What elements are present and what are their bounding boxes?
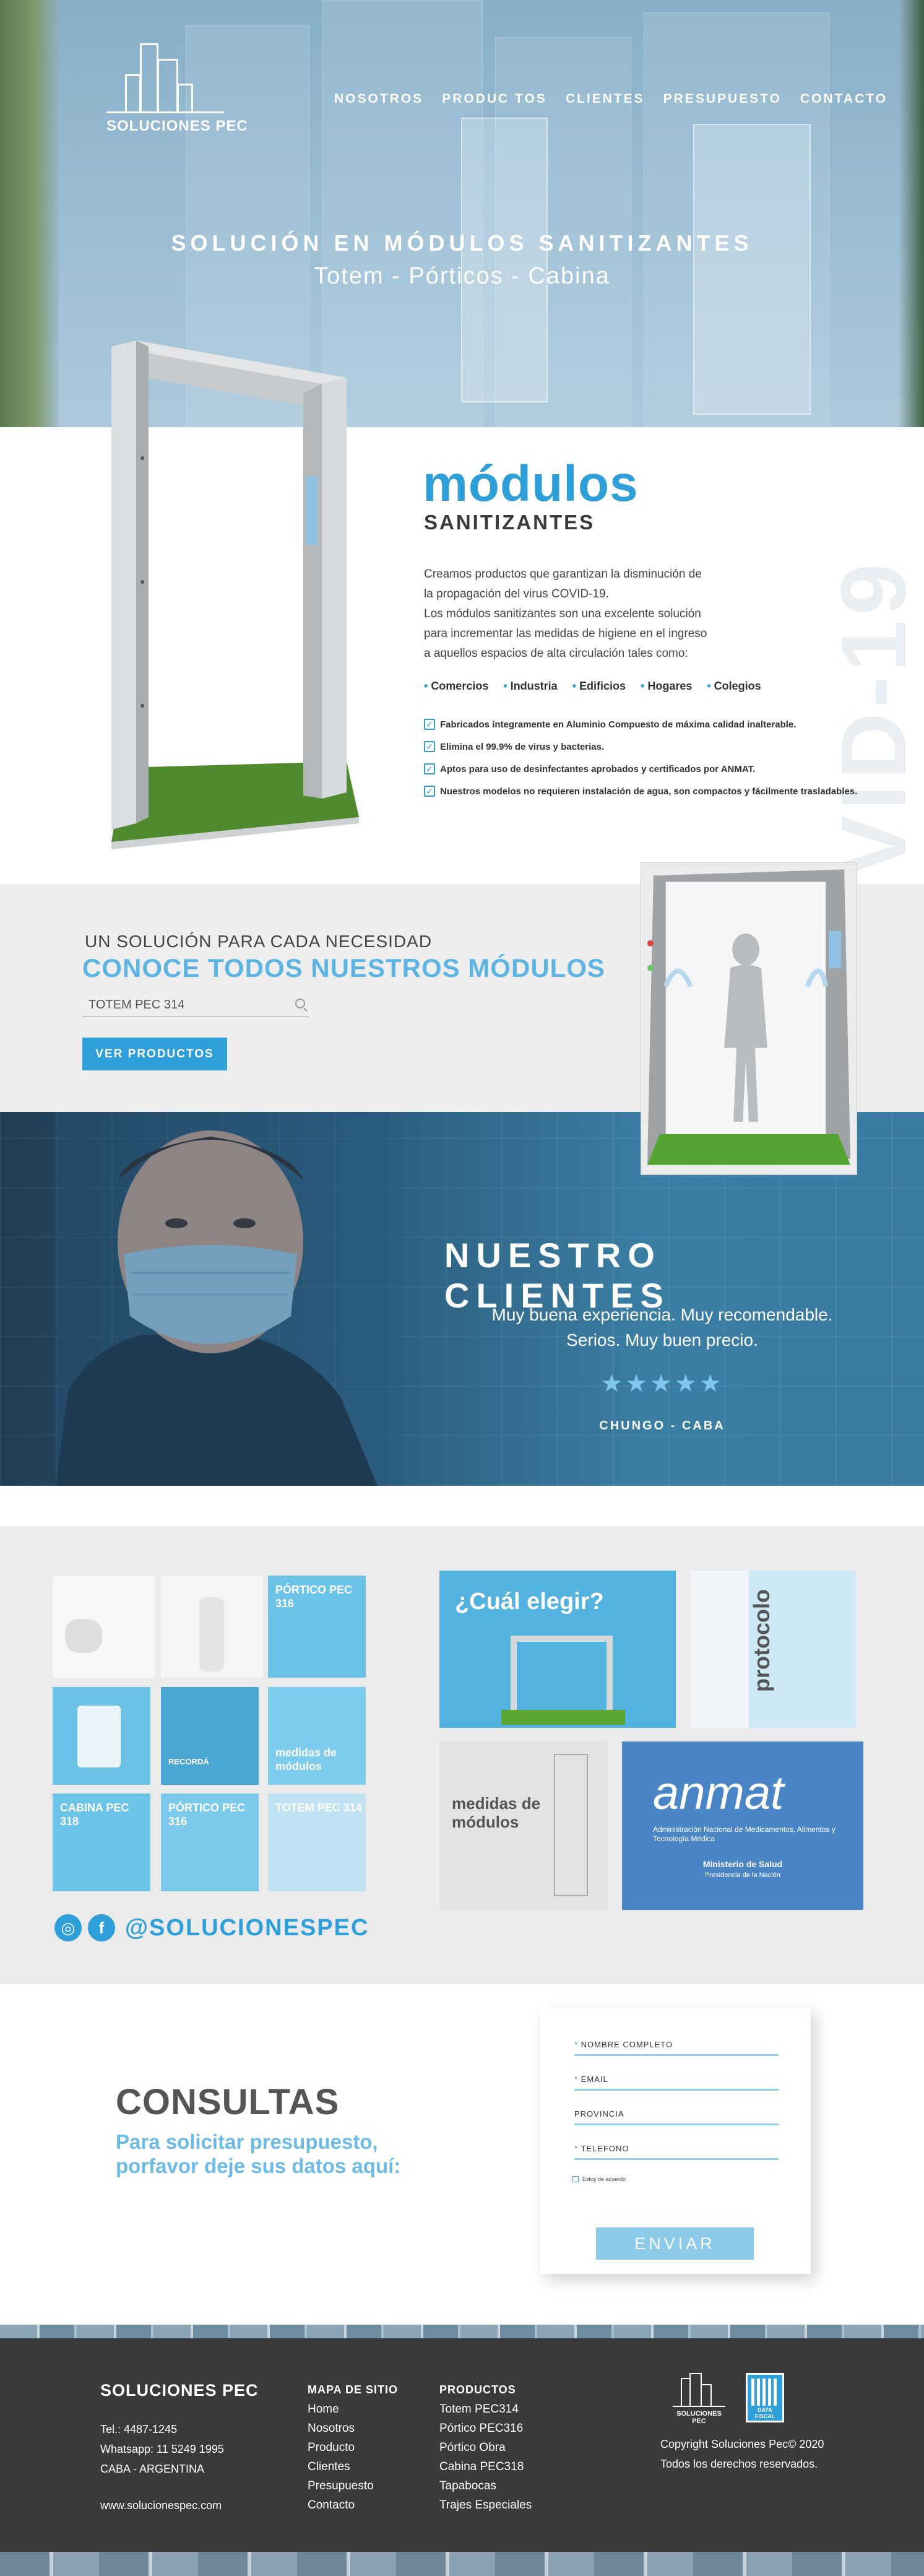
consultas-subtitle: Para solicitar presupuesto, porfavor dej…: [116, 2130, 401, 2177]
buildings-icon: [125, 43, 199, 111]
insta-tile[interactable]: RECORDÁ: [161, 1687, 259, 1785]
footer-link-contacto[interactable]: Contacto: [308, 2496, 398, 2515]
nav-clientes[interactable]: CLIENTES: [566, 92, 645, 106]
footer-product-link[interactable]: Tapabocas: [439, 2476, 532, 2496]
logo[interactable]: SOLUCIONES PEC: [106, 43, 248, 142]
product-search: [82, 994, 309, 1017]
search-input[interactable]: [82, 994, 280, 1016]
footer-logo[interactable]: SOLUCIONES PEC: [670, 2373, 728, 2426]
page: SOLUCIONES PEC NOSOTROS PRODUC TOS CLIEN…: [0, 0, 924, 2576]
insta-tile[interactable]: CABINA PEC 318: [53, 1793, 150, 1891]
category-item: Colegios: [707, 680, 761, 693]
consultas-title: CONSULTAS: [116, 2082, 340, 2122]
footer-link-clientes[interactable]: Clientes: [308, 2457, 398, 2476]
logo-text: SOLUCIONES PEC: [106, 118, 248, 134]
insta-tile[interactable]: PÓRTICO PEC 316: [268, 1576, 366, 1678]
insta-tile[interactable]: [53, 1687, 150, 1785]
cabina-product-image: [641, 862, 857, 1175]
agree-checkbox[interactable]: Estoy de acuerdo: [572, 2176, 626, 2182]
footer-link-presupuesto[interactable]: Presupuesto: [308, 2476, 398, 2496]
insta-featured-cual-elegir[interactable]: ¿Cuál elegir?: [439, 1571, 676, 1728]
footer-copyright: Copyright Soluciones Pec© 2020 Todos los…: [660, 2438, 824, 2470]
nav-productos[interactable]: PRODUC TOS: [442, 92, 547, 106]
footer-contact: Tel.: 4487-1245 Whatsapp: 11 5249 1995 C…: [100, 2423, 224, 2475]
facebook-icon[interactable]: f: [88, 1914, 115, 1941]
check-icon: ✓: [424, 786, 435, 797]
feature-item: ✓ Aptos para uso de desinfectantes aproba…: [424, 758, 870, 780]
category-item: Edificios: [572, 680, 626, 693]
main-nav: NOSOTROS PRODUC TOS CLIENTES PRESUPUESTO…: [334, 92, 887, 106]
footer-link-producto[interactable]: Producto: [308, 2438, 398, 2457]
footer-link-nosotros[interactable]: Nosotros: [308, 2419, 398, 2438]
footer-products: PRODUCTOS Totem PEC314 Pórtico PEC316 Pó…: [439, 2380, 532, 2515]
category-list: Comercios Industria Edificios Hogares Co…: [424, 680, 761, 693]
footer-brand: SOLUCIONES PEC: [100, 2381, 259, 2400]
provincia-field[interactable]: PROVINCIA: [574, 2109, 779, 2125]
portico-product-image: [111, 340, 359, 849]
instagram-icon[interactable]: ◎: [54, 1914, 82, 1941]
footer-sitemap: MAPA DE SITIO Home Nosotros Producto Cli…: [308, 2380, 398, 2515]
insta-featured-anmat[interactable]: anmat Administración Nacional de Medicam…: [622, 1741, 863, 1910]
footer-image-strip: [0, 2325, 924, 2338]
ver-productos-button[interactable]: VER PRODUCTOS: [82, 1038, 227, 1070]
data-fiscal-qr[interactable]: DATA FISCAL: [746, 2373, 784, 2422]
nombre-field[interactable]: * NOMBRE COMPLETO: [574, 2040, 779, 2056]
check-icon: ✓: [424, 763, 435, 774]
insta-tile[interactable]: medidas de módulos: [268, 1687, 366, 1785]
footer-product-link[interactable]: Totem PEC314: [439, 2400, 532, 2419]
insta-featured-medidas[interactable]: medidas de módulos: [439, 1741, 608, 1910]
category-item: Comercios: [424, 680, 488, 693]
nav-contacto[interactable]: CONTACTO: [800, 92, 887, 106]
masked-person-image: [56, 1112, 402, 1486]
footer-bottom-strip: [0, 2552, 924, 2576]
email-field[interactable]: * EMAIL: [574, 2075, 779, 2091]
insta-tile[interactable]: [161, 1576, 263, 1678]
footer-product-link[interactable]: Pórtico PEC316: [439, 2419, 532, 2438]
modulos-description: Creamos productos que garantizan la dism…: [424, 568, 707, 660]
social-links: ◎ f @SOLUCIONESPEC: [54, 1914, 369, 1941]
conoce-title: CONOCE TODOS NUESTROS MÓDULOS: [82, 953, 605, 982]
hero-trees-left: [0, 0, 59, 427]
instagram-handle[interactable]: @SOLUCIONESPEC: [125, 1915, 369, 1941]
testimonial-author: CHUNGO - CABA: [599, 1419, 725, 1433]
insta-tile[interactable]: PÓRTICO PEC 316: [161, 1793, 259, 1891]
telefono-field[interactable]: * TELEFONO: [574, 2144, 779, 2160]
insta-tile[interactable]: TOTEM PEC 314: [268, 1793, 366, 1891]
modulos-subtitle: SANITIZANTES: [424, 511, 595, 534]
footer-product-link[interactable]: Cabina PEC318: [439, 2457, 532, 2476]
footer-product-link[interactable]: Pórtico Obra: [439, 2438, 532, 2457]
nav-presupuesto[interactable]: PRESUPUESTO: [663, 92, 782, 106]
category-item: Industria: [503, 680, 558, 693]
check-icon: ✓: [424, 741, 435, 752]
testimonial-quote: Muy buena experiencia. Muy recomendable.…: [491, 1305, 833, 1350]
check-icon: ✓: [424, 719, 435, 730]
nav-nosotros[interactable]: NOSOTROS: [334, 92, 423, 106]
feature-item: ✓ Elimina el 99.9% de virus y bacterias.: [424, 735, 870, 758]
insta-featured-protocolo[interactable]: protocolo: [690, 1571, 856, 1728]
insta-tile[interactable]: [53, 1576, 155, 1678]
category-item: Hogares: [641, 680, 692, 693]
hero-portico-bg: [461, 118, 548, 402]
modulos-title: módulos: [423, 456, 639, 512]
footer-product-link[interactable]: Trajes Especiales: [439, 2496, 532, 2515]
footer-website[interactable]: www.solucionespec.com: [100, 2499, 222, 2512]
enviar-button[interactable]: ENVIAR: [596, 2227, 754, 2260]
conoce-pretitle: UN SOLUCIÓN PARA CADA NECESIDAD: [85, 932, 433, 951]
star-rating: ★★★★★: [600, 1370, 724, 1397]
search-icon[interactable]: [295, 999, 305, 1008]
hero-subtitle: Totem - Pórticos - Cabina: [314, 263, 610, 289]
contact-form: * NOMBRE COMPLETO * EMAIL PROVINCIA * TE…: [540, 2008, 811, 2274]
feature-list: ✓ Fabricados íntegramente en Aluminio Com…: [424, 713, 870, 802]
hero-title: SOLUCIÓN EN MÓDULOS SANITIZANTES: [171, 230, 753, 256]
hero-trees-right: [899, 0, 924, 427]
feature-item: ✓ Fabricados íntegramente en Aluminio Com…: [424, 713, 870, 735]
feature-item: ✓ Nuestros modelos no requieren instalaci…: [424, 780, 870, 802]
footer-link-home[interactable]: Home: [308, 2400, 398, 2419]
